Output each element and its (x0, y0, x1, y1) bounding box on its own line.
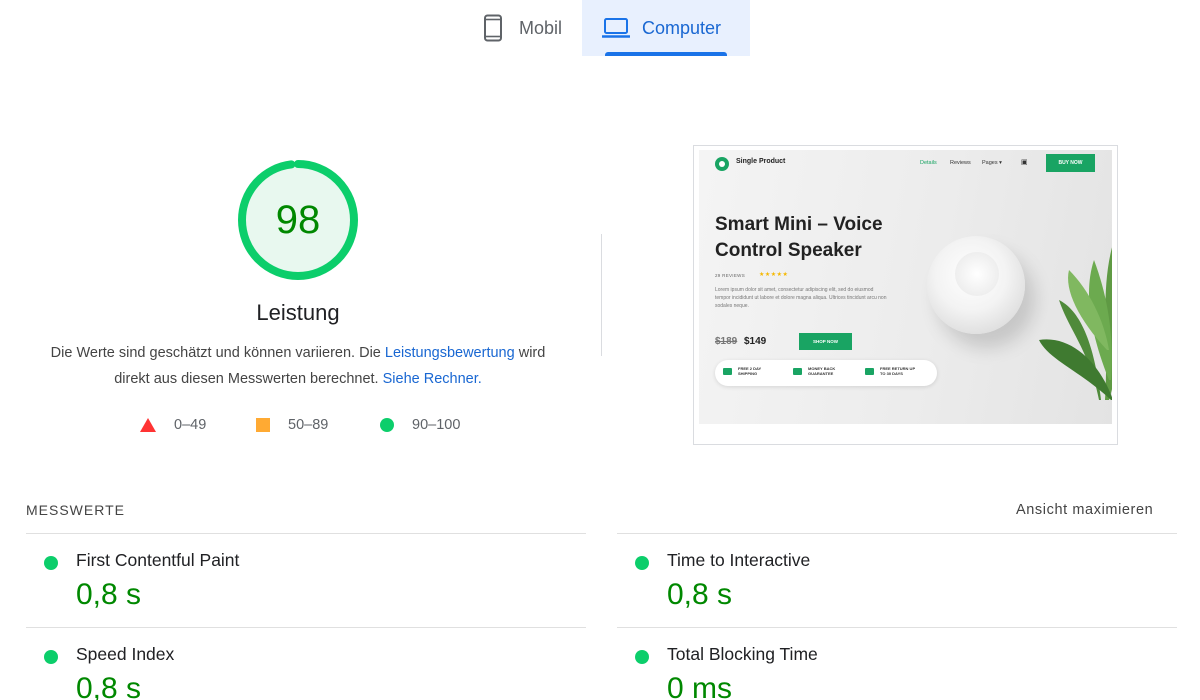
triangle-icon (140, 418, 156, 432)
legend-fail: 0–49 (140, 414, 206, 436)
final-screenshot: Single Product Details Reviews Pages ▾ ▣… (699, 150, 1112, 424)
tab-computer[interactable]: Computer (582, 0, 750, 56)
legend-fail-range: 0–49 (174, 417, 207, 433)
site-body-text: Lorem ipsum dolor sit amet, consectetur … (715, 287, 887, 309)
feature-3-line-2: TO 30 DAYS (880, 371, 903, 376)
feature-2-line-2: GUARANTEE (808, 371, 834, 376)
site-stars: ★★★★★ (759, 272, 789, 278)
device-tabs: Mobil Computer (0, 0, 1200, 56)
metric-label: First Contentful Paint (76, 550, 240, 570)
speaker-top-image (955, 252, 999, 296)
return-box-icon (865, 367, 874, 375)
legend-average-range: 50–89 (288, 417, 329, 433)
calculator-link[interactable]: Siehe Rechner. (383, 371, 482, 387)
legend-pass-range: 90–100 (412, 417, 461, 433)
tab-mobile[interactable]: Mobil (465, 0, 582, 56)
site-old-price: $189 (715, 336, 738, 347)
site-feature-return: FREE RETURN UP TO 30 DAYS (865, 366, 915, 376)
site-features: FREE 2 DAY SHIPPING MONEY BACK GUARANTEE F… (715, 360, 937, 386)
metric-value: 0,8 s (667, 578, 733, 611)
site-logo-icon (715, 157, 729, 171)
site-reviews: 29 REVIEWS (715, 273, 746, 278)
circle-icon (380, 418, 394, 432)
site-buy-button: BUY NOW (1046, 154, 1095, 172)
smartphone-icon (479, 14, 507, 42)
square-icon (256, 418, 270, 432)
pass-circle-icon (635, 556, 649, 570)
pass-circle-icon (44, 556, 58, 570)
site-feature-shipping: FREE 2 DAY SHIPPING (723, 366, 761, 376)
site-price: $149 (744, 336, 767, 347)
legend-average: 50–89 (256, 414, 328, 436)
tab-mobile-label: Mobil (519, 17, 563, 38)
description-text-1: Die Werte sind geschätzt und können vari… (50, 345, 385, 361)
laptop-icon (602, 14, 630, 42)
performance-title: Leistung (256, 300, 340, 325)
metric-total-blocking-time: Total Blocking Time 0 ms (617, 628, 1177, 700)
site-feature-guarantee: MONEY BACK GUARANTEE (793, 366, 835, 376)
metric-value: 0,8 s (76, 672, 142, 700)
performance-score: 98 (275, 197, 321, 242)
scoring-link[interactable]: Leistungsbewertung (385, 345, 515, 361)
site-nav-reviews: Reviews (950, 160, 971, 166)
metric-label: Total Blocking Time (667, 644, 818, 664)
active-tab-indicator (605, 52, 727, 56)
site-nav-details: Details (920, 160, 937, 166)
metric-first-contentful-paint: First Contentful Paint 0,8 s (26, 534, 586, 624)
tab-computer-label: Computer (642, 17, 722, 38)
site-shop-button: SHOP NOW (799, 333, 852, 350)
truck-icon (723, 367, 732, 375)
site-headline: Smart Mini – Voice Control Speaker (715, 214, 883, 261)
plant-image (1039, 247, 1112, 400)
pass-circle-icon (44, 650, 58, 664)
cart-icon: ▣ (1021, 159, 1028, 166)
money-icon (793, 367, 802, 375)
site-nav: Single Product Details Reviews Pages ▾ ▣… (699, 150, 1112, 178)
expand-view-toggle[interactable]: Ansicht maximieren (1016, 502, 1153, 518)
metric-value: 0,8 s (76, 578, 142, 611)
site-nav-pages: Pages ▾ (982, 160, 1002, 166)
feature-1-line-2: SHIPPING (738, 371, 758, 376)
metrics-title: MESSWERTE (26, 502, 125, 518)
metric-value: 0 ms (667, 672, 733, 700)
metric-label: Speed Index (76, 644, 175, 664)
site-brand: Single Product (736, 158, 786, 165)
pass-circle-icon (635, 650, 649, 664)
metric-speed-index: Speed Index 0,8 s (26, 628, 586, 700)
metric-time-to-interactive: Time to Interactive 0,8 s (617, 534, 1177, 624)
legend-pass: 90–100 (380, 414, 460, 436)
vertical-divider (601, 234, 602, 356)
score-description: Die Werte sind geschätzt und können vari… (40, 340, 556, 392)
metric-label: Time to Interactive (667, 550, 811, 570)
